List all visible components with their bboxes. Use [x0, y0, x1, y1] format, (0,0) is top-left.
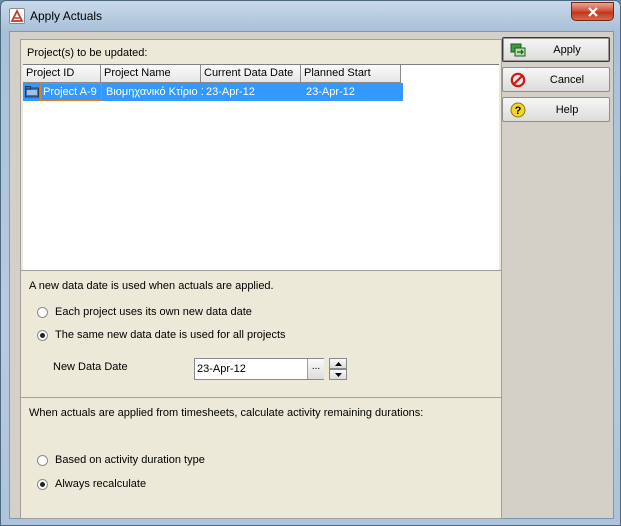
- title-bar[interactable]: Apply Actuals: [1, 1, 620, 31]
- date-browse-button[interactable]: ...: [307, 359, 324, 379]
- radio-button[interactable]: [37, 454, 48, 466]
- radio-label-duration-type: Based on activity duration type: [55, 454, 205, 466]
- project-folder-icon: [25, 86, 39, 98]
- radio-each-project[interactable]: Each project uses its own new data date: [37, 306, 252, 318]
- section-divider: [21, 270, 501, 271]
- apply-icon: [510, 43, 526, 57]
- cell-current-data-date[interactable]: 23-Apr-12: [203, 83, 303, 101]
- projects-section-title: Project(s) to be updated:: [27, 47, 148, 59]
- column-header-current-data-date[interactable]: Current Data Date: [201, 65, 301, 83]
- radio-duration-type[interactable]: Based on activity duration type: [37, 454, 205, 466]
- spin-down-button[interactable]: [329, 369, 347, 380]
- date-spinner[interactable]: [329, 358, 347, 380]
- table-row[interactable]: Project A-9 Βιομηχανικό Κτίριο 1 23-Apr-…: [23, 83, 403, 101]
- radio-label-each-project: Each project uses its own new data date: [55, 306, 252, 318]
- cell-focus-outline: [40, 83, 102, 101]
- radio-always-recalculate[interactable]: Always recalculate: [37, 478, 146, 490]
- main-panel: Project(s) to be updated: Project ID Pro…: [20, 39, 502, 519]
- data-date-info-text: A new data date is used when actuals are…: [29, 280, 274, 292]
- column-header-planned-start[interactable]: Planned Start: [301, 65, 401, 83]
- close-button[interactable]: [571, 2, 614, 21]
- cancel-icon: [510, 72, 526, 88]
- projects-grid[interactable]: Project ID Project Name Current Data Dat…: [23, 64, 499, 270]
- arrow-down-icon: [334, 372, 342, 377]
- arrow-up-icon: [334, 361, 342, 366]
- cell-project-name[interactable]: Βιομηχανικό Κτίριο 1: [103, 83, 203, 101]
- radio-label-same-date: The same new data date is used for all p…: [55, 329, 286, 341]
- cancel-button[interactable]: Cancel: [502, 67, 610, 92]
- close-icon: [587, 6, 598, 17]
- apply-button[interactable]: Apply: [502, 37, 610, 62]
- new-data-date-label: New Data Date: [53, 361, 128, 373]
- radio-button[interactable]: [37, 306, 48, 318]
- cell-planned-start[interactable]: 23-Apr-12: [303, 83, 403, 101]
- window-title: Apply Actuals: [30, 9, 103, 23]
- svg-text:?: ?: [515, 105, 522, 117]
- column-header-project-id[interactable]: Project ID: [23, 65, 101, 83]
- section-divider: [21, 397, 501, 398]
- apply-actuals-window: Apply Actuals Project(s) to be updated: …: [0, 0, 621, 526]
- new-data-date-field[interactable]: 23-Apr-12: [194, 358, 324, 380]
- duration-info-text: When actuals are applied from timesheets…: [29, 407, 424, 419]
- grid-header: Project ID Project Name Current Data Dat…: [23, 65, 401, 83]
- app-icon: [9, 8, 25, 24]
- radio-button[interactable]: [37, 478, 48, 490]
- radio-same-date[interactable]: The same new data date is used for all p…: [37, 329, 286, 341]
- cell-project-id[interactable]: Project A-9: [23, 83, 103, 101]
- help-icon: ?: [510, 102, 526, 118]
- dialog-client-area: Project(s) to be updated: Project ID Pro…: [9, 31, 614, 519]
- spin-up-button[interactable]: [329, 358, 347, 369]
- radio-label-always-recalculate: Always recalculate: [55, 478, 147, 490]
- radio-button[interactable]: [37, 329, 48, 341]
- help-button[interactable]: ? Help: [502, 97, 610, 122]
- column-header-project-name[interactable]: Project Name: [101, 65, 201, 83]
